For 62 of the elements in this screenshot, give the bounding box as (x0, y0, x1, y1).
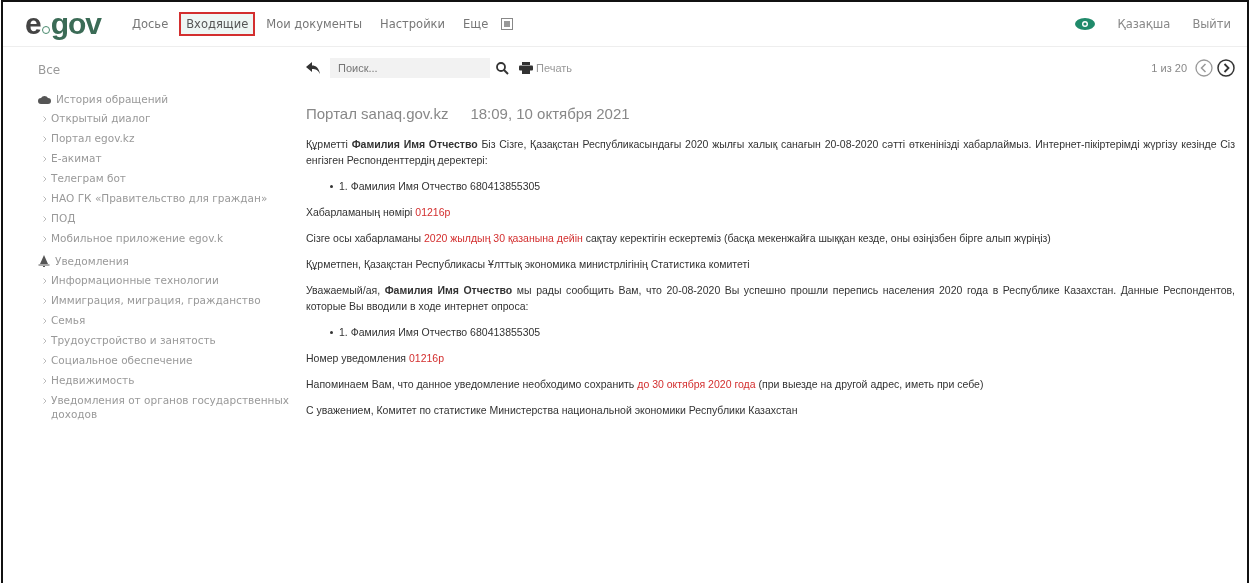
chevron-icon (43, 116, 47, 122)
reply-arrow-icon[interactable] (306, 62, 320, 74)
chevron-icon (43, 236, 47, 242)
chevron-icon (43, 176, 47, 182)
nav-tab[interactable]: Еще (456, 12, 496, 36)
nav-tab[interactable]: Настройки (373, 12, 453, 36)
message-paragraph: Уважаемый/ая, Фамилия Имя Отчество мы рады сообщить Вам, что 20-08-2020 Вы успешно прошли перепись населения 2020 года в Республике Казахстан. Данные Респондентов, которые Вы вводили в ходе интернет опроса: (306, 283, 1235, 314)
cloud-icon (38, 94, 51, 104)
sidebar-item[interactable]: E-акимат (51, 151, 102, 165)
chevron-icon (43, 338, 47, 344)
sidebar-group[interactable]: История обращений (56, 93, 169, 105)
message-paragraph: Құрметпен, Қазақстан Республикасы Ұлттық экономика министрлігінің Статистика комитеті (306, 257, 751, 272)
print-button[interactable]: Печать (519, 62, 573, 74)
sidebar-item[interactable]: Семья (51, 313, 86, 327)
sidebar-item[interactable]: ПОД (51, 211, 76, 225)
sidebar-group[interactable]: Уведомления (55, 255, 129, 267)
list-item: 1. Фамилия Имя Отчество 680413855305 (339, 179, 541, 194)
chevron-icon (43, 156, 47, 162)
sidebar-item[interactable]: Информационные технологии (51, 273, 219, 287)
sidebar-item[interactable]: НАО ГК «Правительство для граждан» (51, 191, 268, 205)
message-paragraph: Хабарламаның нөмірі 01216p (306, 205, 452, 220)
chevron-icon (43, 378, 47, 384)
chevron-icon (43, 318, 47, 324)
search-field[interactable]: Поиск... (330, 58, 490, 78)
chevron-icon (43, 136, 47, 142)
chevron-icon (43, 278, 47, 284)
sidebar-item[interactable]: Иммиграция, миграция, гражданство (51, 293, 261, 307)
menu-square-icon[interactable] (501, 18, 514, 30)
chevron-icon (43, 358, 47, 364)
nav-tab[interactable]: Входящие (179, 12, 256, 36)
chevron-icon (43, 196, 47, 202)
message-paragraph: Номер уведомления 01216p (306, 351, 446, 366)
list-item: 1. Фамилия Имя Отчество 680413855305 (339, 325, 541, 340)
sidebar-item[interactable]: Открытый диалог (51, 111, 151, 125)
search-icon[interactable] (496, 61, 509, 75)
language-link[interactable]: Қазақша (1117, 17, 1171, 31)
printer-icon (519, 62, 533, 74)
nav-tab[interactable]: Досье (125, 12, 176, 36)
eye-icon[interactable] (1075, 18, 1096, 30)
sidebar-item[interactable]: Недвижимость (51, 373, 135, 387)
next-icon[interactable] (1217, 59, 1235, 77)
message-paragraph: Құрметті Фамилия Имя Отчество Біз Сізге, Қазақстан Республикасындағы 2020 жылғы халық санағын 20-08-2020 сәтті өткенінізді хабарлаймыз. Интернет-пікіртерімді жүргізу кезінде Сіз енгізген Респонденттердің деректері: (306, 137, 1235, 168)
sidebar-item[interactable]: Портал egov.kz (51, 131, 135, 145)
message-paragraph: Сізге осы хабарламаны 2020 жылдың 30 қазанына дейін сақтау керектігін ескертеміз (басқа мекенжайға шыққан кезде, оны өзіңізбен бірге алып жүріңіз) (306, 231, 1052, 246)
sidebar-item[interactable]: Мобильное приложение egov.k (51, 231, 224, 245)
logout-link[interactable]: Выйти (1192, 17, 1231, 31)
message-date: 18:09, 10 октября 2021 (470, 105, 630, 122)
message-paragraph: С уважением, Комитет по статистике Министерства национальной экономики Республики Казахстан (306, 403, 799, 418)
page-counter: 1 из 20 (1151, 62, 1187, 74)
chevron-icon (43, 298, 47, 304)
sidebar-item[interactable]: Социальное обеспечение (51, 353, 193, 367)
logo[interactable]: e gov (25, 7, 102, 41)
sidebar-item[interactable]: Телеграм бот (51, 171, 126, 185)
message-paragraph: Напоминаем Вам, что данное уведомление необходимо сохранить до 30 октября 2020 года (при выезде на другой адрес, иметь при себе) (306, 377, 985, 392)
bell-icon (38, 255, 50, 267)
chevron-icon (43, 216, 47, 222)
all-filter[interactable]: Все (38, 63, 296, 77)
nav-tab[interactable]: Мои документы (259, 12, 370, 36)
message-sender: Портал sanaq.gov.kz (306, 105, 449, 122)
sidebar-item[interactable]: Трудоустройство и занятость (51, 333, 216, 347)
chevron-icon (43, 398, 47, 404)
sidebar-item[interactable]: Уведомления от органов государственных доходов (51, 393, 296, 421)
